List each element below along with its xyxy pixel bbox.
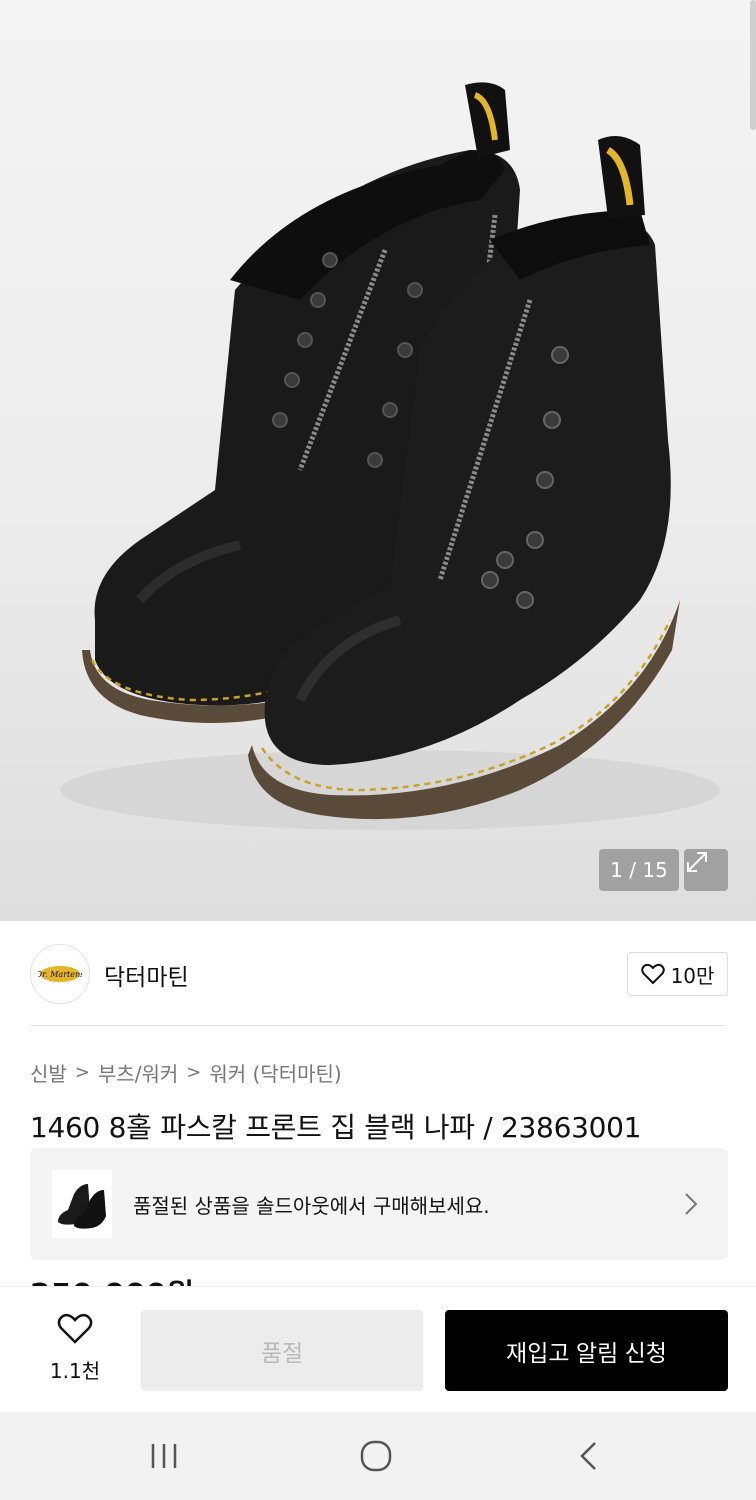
- restock-alert-button[interactable]: 재입고 알림 신청: [445, 1310, 728, 1391]
- soldout-banner[interactable]: 품절된 상품을 솔드아웃에서 구매해보세요.: [30, 1148, 728, 1260]
- soldout-button: 품절: [141, 1310, 423, 1391]
- brand-name[interactable]: 닥터마틴: [104, 958, 189, 992]
- breadcrumb: 신발 > 부츠/워커 > 워커 (닥터마틴): [30, 1058, 342, 1087]
- breadcrumb-item-walker[interactable]: 워커 (닥터마틴): [209, 1058, 341, 1087]
- recent-apps-icon: [151, 1444, 177, 1468]
- back-icon: [580, 1442, 596, 1470]
- boots-thumbnail: [58, 1184, 106, 1229]
- banner-text: 품절된 상품을 솔드아웃에서 구매해보세요.: [133, 1194, 490, 1218]
- home-icon: [360, 1440, 392, 1472]
- wishlist-count: 1.1천: [49, 1359, 101, 1383]
- product-image-gallery[interactable]: 1 / 15: [0, 0, 756, 921]
- brand-row: Dr. Martens 닥터마틴 10만: [30, 944, 728, 1004]
- scroll-indicator: [750, 0, 756, 130]
- expand-button[interactable]: [684, 849, 728, 891]
- brand-logo-text: Dr. Martens: [38, 970, 82, 979]
- back-button[interactable]: [558, 1436, 618, 1476]
- brand-logo-mark: Dr. Martens: [38, 966, 82, 982]
- breadcrumb-item-boots[interactable]: 부츠/워커: [98, 1058, 178, 1087]
- expand-icon: [687, 852, 707, 872]
- brand-like-button[interactable]: 10만: [627, 952, 728, 996]
- home-button[interactable]: [346, 1436, 406, 1476]
- brand-logo[interactable]: Dr. Martens: [30, 944, 90, 1004]
- recent-apps-button[interactable]: [134, 1436, 194, 1476]
- image-counter: 1 / 15: [599, 849, 679, 891]
- chevron-right-icon: [685, 1193, 698, 1215]
- banner-thumbnail: [52, 1170, 112, 1238]
- brand-like-count: 10만: [670, 963, 715, 988]
- system-navigation-bar: [0, 1412, 756, 1500]
- boots-image: [60, 82, 720, 830]
- heart-icon: [57, 1313, 93, 1344]
- breadcrumb-item-shoes[interactable]: 신발: [30, 1058, 67, 1087]
- product-title: 1460 8홀 파스칼 프론트 집 블랙 나파 / 23863001: [30, 1111, 642, 1144]
- heart-icon: [640, 963, 665, 985]
- bottom-action-bar: 1.1천 품절 재입고 알림 신청: [0, 1286, 756, 1412]
- divider: [30, 1025, 726, 1026]
- wishlist-button[interactable]: 1.1천: [40, 1313, 110, 1384]
- chevron-right-icon: >: [186, 1062, 202, 1083]
- chevron-right-icon: >: [74, 1062, 90, 1083]
